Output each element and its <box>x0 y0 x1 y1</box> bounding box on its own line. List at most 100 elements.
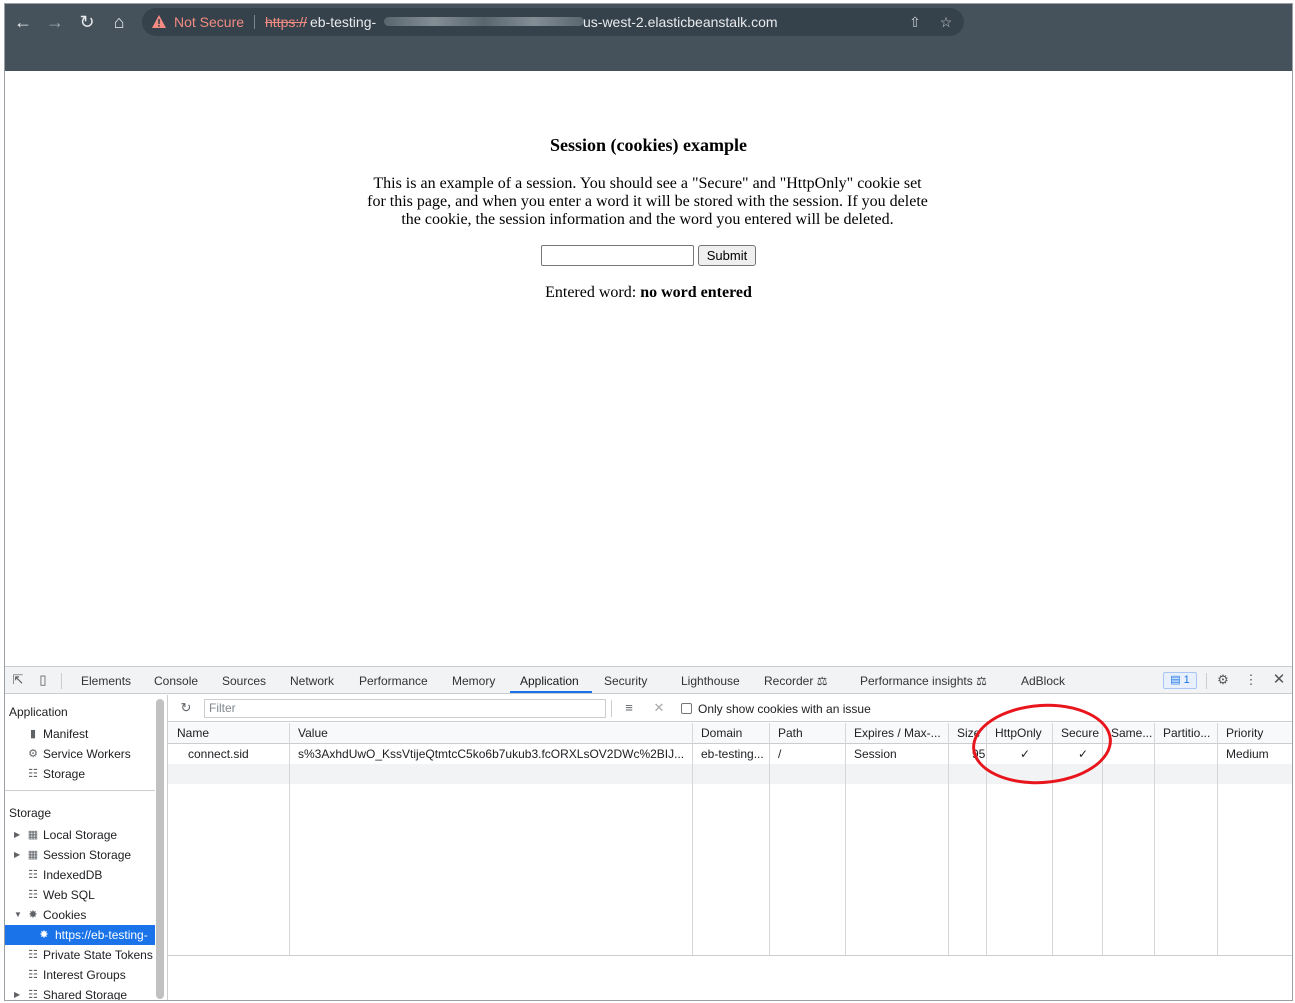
sidebar-scrollbar[interactable] <box>156 699 164 999</box>
sidebar-application-header: Application <box>9 705 68 719</box>
cell-value: s%3AxhdUwO_KssVtijeQtmtcC5ko6b7ukub3.fcO… <box>298 747 685 761</box>
tab-separator <box>1206 673 1207 689</box>
settings-gear-icon[interactable]: ⚙ <box>1215 672 1231 688</box>
toolbar-separator <box>611 700 612 717</box>
cell-partition <box>1159 744 1222 764</box>
tab-security[interactable]: Security <box>604 674 647 688</box>
sidebar-item-private-state-tokens[interactable]: ☷ Private State Tokens <box>5 945 155 965</box>
sidebar-item-label: IndexedDB <box>43 868 103 882</box>
sidebar-item-session-storage[interactable]: ▶ ▦ Session Storage <box>5 845 155 865</box>
expand-triangle-icon[interactable]: ▶ <box>14 845 22 865</box>
tab-network[interactable]: Network <box>290 674 334 688</box>
database-icon: ☷ <box>28 869 38 881</box>
column-header-partition[interactable]: Partitio... <box>1159 723 1222 744</box>
bookmark-star-icon[interactable]: ☆ <box>937 13 955 31</box>
tab-recorder[interactable]: Recorder ⚖ <box>764 674 827 688</box>
tab-elements[interactable]: Elements <box>81 674 131 688</box>
tab-adblock[interactable]: AdBlock <box>1021 674 1065 688</box>
collapse-triangle-icon[interactable]: ▼ <box>14 905 22 925</box>
more-options-icon[interactable]: ⋮ <box>1243 672 1259 688</box>
not-secure-label[interactable]: Not Secure <box>174 14 244 30</box>
issues-count: 1 <box>1183 674 1190 686</box>
tab-recorder-label: Recorder <box>764 674 814 688</box>
column-header-samesite[interactable]: Same... <box>1107 723 1159 744</box>
sidebar-item-indexeddb[interactable]: ☷ IndexedDB <box>5 865 155 885</box>
database-icon: ☷ <box>28 889 38 901</box>
column-header-expires[interactable]: Expires / Max-... <box>850 723 953 744</box>
filter-input[interactable]: Filter <box>204 699 606 718</box>
column-header-priority[interactable]: Priority <box>1222 723 1292 744</box>
sidebar-item-storage-overview[interactable]: ☷ Storage <box>5 764 155 784</box>
sidebar-item-shared-storage[interactable]: ▶ ☷ Shared Storage <box>5 985 155 1001</box>
sidebar-item-service-workers[interactable]: ⚙ Service Workers <box>5 744 155 764</box>
forward-arrow-icon[interactable]: → <box>44 11 66 33</box>
cookies-table-header: Name Value Domain Path Expires / Max-...… <box>168 723 1292 744</box>
tab-lighthouse[interactable]: Lighthouse <box>681 674 740 688</box>
database-icon: ☷ <box>28 768 38 780</box>
cookies-toolbar: ↻ Filter ≡ ✕ Only show cookies with an i… <box>168 695 1292 722</box>
page-heading: Session (cookies) example <box>550 135 747 155</box>
issues-icon: ▤ <box>1170 674 1181 686</box>
expand-triangle-icon[interactable]: ▶ <box>14 985 22 1000</box>
active-tab-underline <box>510 691 592 693</box>
share-icon[interactable]: ⇧ <box>906 13 924 31</box>
sidebar-item-cookie-origin[interactable]: ✸ https://eb-testing- <box>5 925 155 945</box>
sidebar-item-label: https://eb-testing- <box>55 928 148 942</box>
sidebar-item-label: Cookies <box>43 908 87 922</box>
refresh-icon[interactable]: ↻ <box>178 700 194 716</box>
submit-button[interactable]: Submit <box>698 245 756 266</box>
table-row[interactable]: connect.sid s%3AxhdUwO_KssVtijeQtmtcC5ko… <box>168 744 1292 764</box>
issues-badge[interactable]: ▤ 1 <box>1163 672 1197 689</box>
clear-filtered-cookies-icon[interactable]: ≡ <box>621 700 637 716</box>
column-header-value[interactable]: Value <box>294 723 697 744</box>
sidebar-divider <box>5 790 155 791</box>
home-icon[interactable]: ⌂ <box>108 11 130 33</box>
cell-samesite <box>1107 744 1159 764</box>
browser-toolbar: ← → ↻ ⌂ Not Secure https:// eb-testing- … <box>5 4 1292 71</box>
expand-triangle-icon[interactable]: ▶ <box>14 825 22 845</box>
entered-word-value: no word entered <box>640 284 752 301</box>
entered-word-label: Entered word: <box>545 284 637 301</box>
table-bottom-border <box>168 955 1292 956</box>
column-header-domain[interactable]: Domain <box>697 723 774 744</box>
sidebar-item-local-storage[interactable]: ▶ ▦ Local Storage <box>5 825 155 845</box>
close-icon[interactable]: ✕ <box>1271 672 1287 688</box>
database-icon: ☷ <box>28 949 38 961</box>
sidebar-item-cookies[interactable]: ▼ ✸ Cookies <box>5 905 155 925</box>
database-icon: ☷ <box>28 969 38 981</box>
database-icon: ☷ <box>28 989 38 1001</box>
tab-console[interactable]: Console <box>154 674 198 688</box>
grid-table-icon: ▦ <box>27 849 39 861</box>
tab-memory[interactable]: Memory <box>452 674 495 688</box>
reload-icon[interactable]: ↻ <box>76 11 98 33</box>
flask-icon: ⚖ <box>976 674 987 688</box>
only-issues-checkbox[interactable] <box>681 703 692 714</box>
url-host-end: us-west-2.elasticbeanstalk.com <box>583 14 778 30</box>
sidebar-item-manifest[interactable]: ▮ Manifest <box>5 724 155 744</box>
tab-sources[interactable]: Sources <box>222 674 266 688</box>
word-input[interactable] <box>541 245 694 266</box>
column-header-path[interactable]: Path <box>774 723 850 744</box>
cell-domain: eb-testing... <box>701 747 764 761</box>
tab-performance[interactable]: Performance <box>359 674 428 688</box>
sidebar-item-web-sql[interactable]: ☷ Web SQL <box>5 885 155 905</box>
grid-table-icon: ▦ <box>27 829 39 841</box>
column-divider <box>769 723 770 955</box>
only-issues-label[interactable]: Only show cookies with an issue <box>698 702 871 716</box>
column-header-name[interactable]: Name <box>173 723 289 744</box>
tab-performance-insights[interactable]: Performance insights ⚖ <box>860 674 987 688</box>
device-toolbar-icon[interactable]: ▯ <box>35 672 51 688</box>
back-arrow-icon[interactable]: ← <box>12 11 34 33</box>
column-divider <box>948 723 949 955</box>
address-bar[interactable]: Not Secure https:// eb-testing- us-west-… <box>142 8 964 36</box>
sidebar-item-label: Local Storage <box>43 828 118 842</box>
cell-path: / <box>778 747 782 761</box>
column-divider <box>1217 723 1218 955</box>
tab-application[interactable]: Application <box>520 674 579 688</box>
column-divider <box>289 723 290 955</box>
delete-selected-icon[interactable]: ✕ <box>651 700 667 716</box>
browser-window: ← → ↻ ⌂ Not Secure https:// eb-testing- … <box>4 3 1293 1001</box>
inspect-element-icon[interactable]: ⇱ <box>10 672 26 688</box>
sidebar-item-interest-groups[interactable]: ☷ Interest Groups <box>5 965 155 985</box>
cell-expires: Session <box>854 747 897 761</box>
